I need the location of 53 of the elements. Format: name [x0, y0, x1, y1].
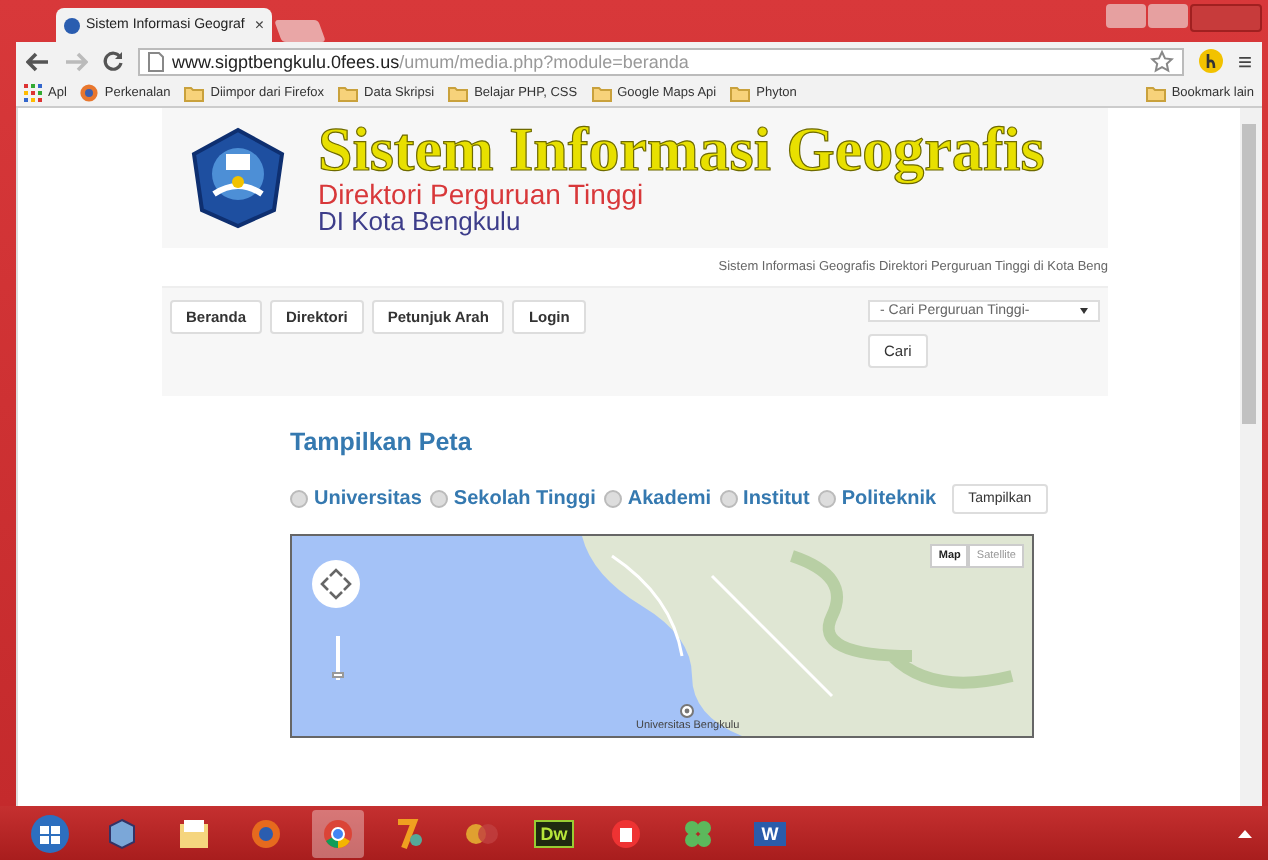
site-subtitle: Direktori Perguruan Tinggi: [318, 180, 646, 208]
tray-arrow-icon[interactable]: [1238, 828, 1252, 838]
radio-button[interactable]: [719, 490, 738, 508]
menu-button[interactable]: ≡: [1237, 47, 1252, 75]
page-icon: [148, 51, 164, 71]
radio-button[interactable]: [429, 490, 448, 508]
browser-icon: [322, 817, 354, 849]
globe-icon: [80, 84, 99, 102]
close-window-button[interactable]: [1190, 4, 1262, 32]
radio-label[interactable]: Institut: [743, 488, 810, 510]
emblem-icon: [186, 126, 290, 230]
taskbar-button[interactable]: W: [744, 809, 796, 857]
circles-icon: [464, 821, 500, 845]
pan-control[interactable]: [312, 560, 360, 608]
folder-icon: [448, 85, 469, 101]
disc-icon: [610, 817, 642, 849]
start-orb-icon: [30, 813, 70, 853]
radio-button[interactable]: [603, 490, 622, 508]
site-location: DI Kota Bengkulu: [318, 208, 521, 236]
radio-button[interactable]: [290, 490, 308, 508]
radio-button[interactable]: [817, 490, 836, 508]
taskbar-button[interactable]: Dw: [528, 809, 580, 857]
globe-icon: [250, 817, 282, 849]
seven-icon: [394, 817, 426, 849]
zoom-handle[interactable]: [332, 671, 344, 678]
folder-icon: [338, 85, 359, 101]
radio-label[interactable]: Universitas: [314, 488, 422, 510]
cube-icon: [106, 817, 138, 849]
folder-icon: [591, 85, 612, 101]
folder-icon: [178, 817, 210, 849]
taskbar-button[interactable]: [312, 809, 364, 857]
radio-label[interactable]: Akademi: [627, 488, 712, 510]
reload-icon[interactable]: [102, 50, 124, 72]
folder-icon: [184, 85, 205, 101]
site-title: Sistem Informasi Geografis: [318, 120, 1045, 180]
apps-grid-icon: [24, 84, 42, 102]
radio-label[interactable]: Politeknik: [841, 488, 937, 510]
caret-icon: [1080, 308, 1088, 314]
extension-icon[interactable]: [1197, 48, 1224, 74]
new-tab-button[interactable]: [274, 20, 326, 42]
close-tab-button[interactable]: ×: [254, 16, 264, 34]
address-bar[interactable]: www.sigptbengkulu.0fees.us/umum/media.php?module=beranda: [138, 47, 1184, 75]
clover-icon: [682, 817, 714, 849]
globe-icon: [64, 17, 80, 33]
radio-label[interactable]: Sekolah Tinggi: [453, 488, 596, 510]
section-title: Tampilkan Peta: [290, 428, 474, 456]
back-icon[interactable]: [26, 51, 50, 71]
folder-icon: [730, 85, 751, 101]
forward-icon[interactable]: [64, 51, 88, 71]
star-icon[interactable]: [1149, 49, 1174, 73]
folder-icon: [1145, 85, 1166, 101]
scrollbar[interactable]: [1240, 108, 1262, 806]
marker-icon[interactable]: [680, 704, 695, 718]
